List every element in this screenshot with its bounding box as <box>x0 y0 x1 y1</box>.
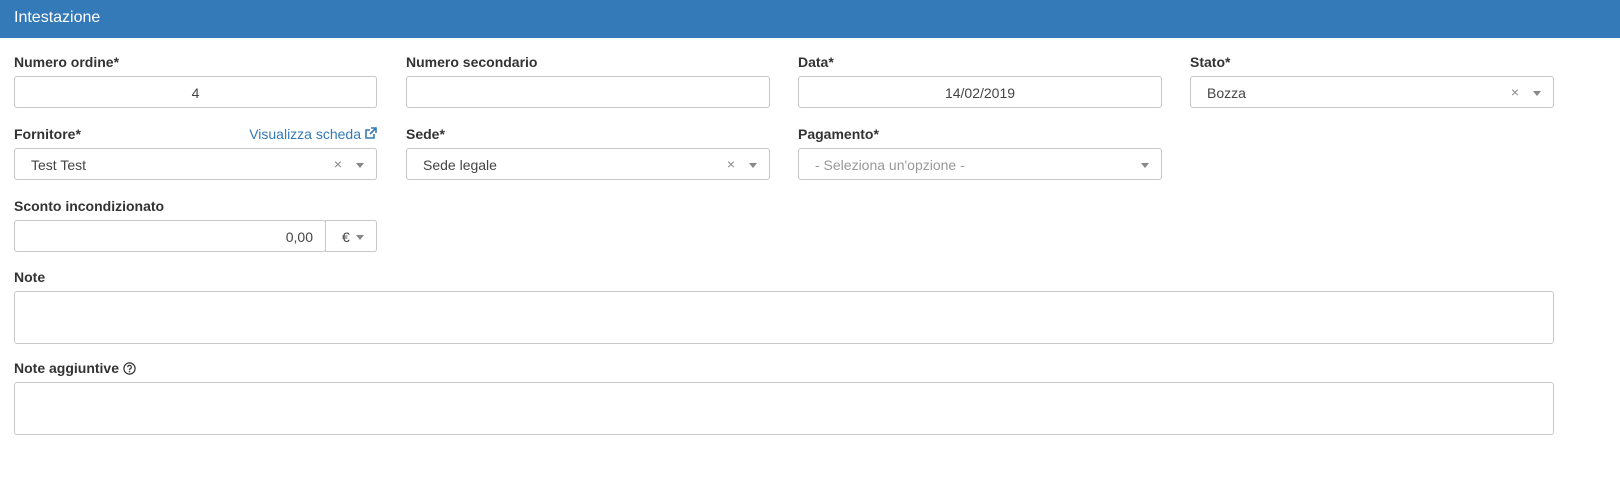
note-textarea[interactable] <box>14 291 1554 344</box>
panel-header: Intestazione <box>0 0 1620 38</box>
fornitore-select[interactable]: Test Test × <box>14 148 377 180</box>
stato-clear-icon[interactable]: × <box>1511 84 1519 100</box>
data-input[interactable]: 14/02/2019 <box>798 76 1162 108</box>
chevron-down-icon[interactable] <box>356 235 364 240</box>
pagamento-placeholder: - Seleziona un'opzione - <box>815 157 965 173</box>
visualizza-scheda-link[interactable]: Visualizza scheda <box>249 126 377 142</box>
numero-secondario-input[interactable] <box>406 76 770 108</box>
sede-value: Sede legale <box>423 157 497 173</box>
stato-value: Bozza <box>1207 85 1246 101</box>
chevron-down-icon[interactable] <box>356 163 364 168</box>
numero-secondario-label: Numero secondario <box>406 54 538 70</box>
stato-field: Stato* Bozza × <box>1190 54 1554 110</box>
numero-ordine-value: 4 <box>191 85 200 101</box>
pagamento-select[interactable]: - Seleziona un'opzione - <box>798 148 1162 180</box>
visualizza-scheda-label: Visualizza scheda <box>249 126 361 142</box>
external-link-icon <box>365 127 377 139</box>
note-label: Note <box>14 269 46 285</box>
numero-ordine-label: Numero ordine* <box>14 54 120 70</box>
note-aggiuntive-label: Note aggiuntive <box>14 360 120 376</box>
stato-label: Stato* <box>1190 54 1231 70</box>
chevron-down-icon[interactable] <box>1533 91 1541 96</box>
note-aggiuntive-label-wrap: Note aggiuntive <box>14 360 136 376</box>
data-label: Data* <box>798 54 834 70</box>
numero-ordine-input[interactable]: 4 <box>14 76 377 108</box>
note-aggiuntive-textarea[interactable] <box>14 382 1554 435</box>
sede-field: Sede* Sede legale × <box>406 126 770 182</box>
sconto-field: Sconto incondizionato 0,00 € <box>14 198 377 254</box>
note-field: Note <box>14 269 1554 345</box>
fornitore-clear-icon[interactable]: × <box>334 156 342 172</box>
numero-secondario-field: Numero secondario <box>406 54 770 110</box>
question-circle-icon[interactable] <box>123 362 136 375</box>
stato-select[interactable]: Bozza × <box>1190 76 1554 108</box>
data-value: 14/02/2019 <box>944 85 1016 101</box>
panel-title: Intestazione <box>14 9 101 26</box>
sede-select[interactable]: Sede legale × <box>406 148 770 180</box>
fornitore-value: Test Test <box>31 157 86 173</box>
note-aggiuntive-field: Note aggiuntive <box>14 360 1554 436</box>
sede-label: Sede* <box>406 126 445 142</box>
sconto-value: 0,00 <box>285 229 313 245</box>
sconto-unit-select[interactable]: € <box>325 220 377 252</box>
sede-clear-icon[interactable]: × <box>727 156 735 172</box>
numero-ordine-field: Numero ordine* 4 <box>14 54 377 110</box>
chevron-down-icon[interactable] <box>749 163 757 168</box>
sconto-label: Sconto incondizionato <box>14 198 165 214</box>
chevron-down-icon[interactable] <box>1141 163 1149 168</box>
data-field: Data* 14/02/2019 <box>798 54 1162 110</box>
pagamento-field: Pagamento* - Seleziona un'opzione - <box>798 126 1162 182</box>
sconto-unit-value: € <box>342 229 350 245</box>
sconto-input[interactable]: 0,00 <box>14 220 326 252</box>
pagamento-label: Pagamento* <box>798 126 879 142</box>
fornitore-field: Fornitore* Visualizza scheda Test Test × <box>14 126 377 182</box>
fornitore-label: Fornitore* <box>14 126 81 142</box>
